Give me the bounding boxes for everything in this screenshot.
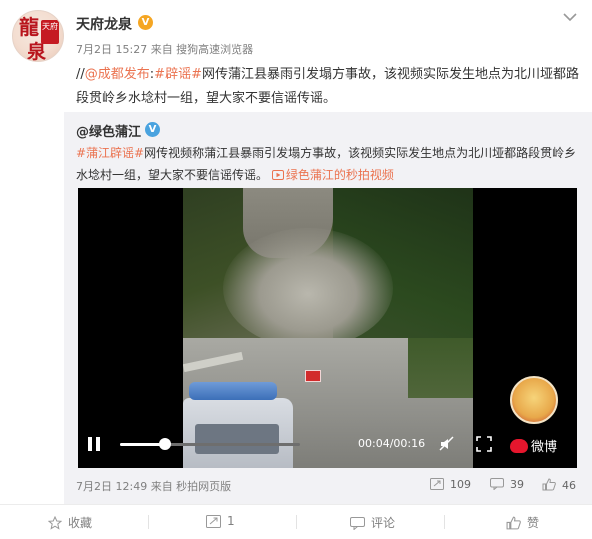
video-link[interactable]: 绿色蒲江的秒拍视频: [286, 168, 394, 182]
favorite-label: 收藏: [68, 516, 93, 530]
video-link-icon: [271, 170, 284, 180]
repost-button-count: 1: [227, 514, 235, 528]
repost-text: #蒲江辟谣#网传视频称蒲江县暴雨引发塌方事故，该视频实际发生地点为北川垭都路段贯…: [76, 142, 582, 186]
progress-handle[interactable]: [159, 438, 171, 450]
post-text: //@成都发布:#辟谣#网传蒲江县暴雨引发塌方事故，该视频实际发生地点为北川垭都…: [76, 63, 581, 111]
mute-icon[interactable]: [439, 436, 455, 452]
hashtag-link[interactable]: #辟谣#: [154, 67, 202, 82]
video-time: 00:04/00:16: [358, 437, 426, 450]
avatar-logo-char-1: 龍: [19, 15, 39, 39]
repost-footer-time: 7月2日 12:49 来自 秒拍网页版: [76, 480, 232, 493]
avatar-logo-char-2: 泉: [27, 41, 47, 62]
action-bar: 收藏 1 评论 赞: [0, 504, 592, 539]
repost-stat-likes[interactable]: 46: [542, 478, 576, 492]
repost-icon: [206, 515, 221, 528]
like-label: 赞: [527, 516, 540, 530]
video-frame: [183, 188, 473, 468]
comment-count: 39: [510, 478, 524, 491]
chevron-down-icon[interactable]: [563, 12, 577, 22]
favorite-button[interactable]: 收藏: [47, 514, 93, 531]
weibo-logo: 微博: [510, 436, 557, 455]
repost-icon: [430, 478, 444, 490]
comment-label: 评论: [371, 516, 396, 530]
like-count: 46: [562, 479, 576, 492]
repost-stat-reposts[interactable]: 109: [430, 478, 471, 491]
play-icon[interactable]: [84, 434, 104, 454]
repost-user-name[interactable]: @绿色蒲江: [76, 121, 141, 140]
repost-verified-icon: V: [145, 122, 160, 137]
repost-button[interactable]: 1: [206, 514, 235, 528]
weibo-post-card: 龍 天府 泉 天府龙泉 V 7月2日 15:27 来自 搜狗高速浏览器 //@成…: [0, 0, 592, 539]
like-icon: [542, 478, 556, 491]
mention-link[interactable]: @成都发布: [85, 67, 150, 82]
weibo-logo-text: 微博: [531, 440, 558, 455]
comment-icon: [490, 478, 504, 491]
like-icon: [506, 516, 521, 530]
uploader-watermark-avatar: [510, 376, 558, 424]
avatar[interactable]: 龍 天府 泉: [12, 10, 64, 62]
repost-stat-comments[interactable]: 39: [490, 478, 524, 491]
post-text-prefix: //: [76, 67, 85, 82]
like-button[interactable]: 赞: [506, 514, 539, 531]
verified-icon: V: [138, 15, 153, 30]
favorite-icon: [47, 515, 63, 530]
video-player[interactable]: 微博 00:04/00:16: [78, 188, 577, 468]
post-meta: 7月2日 15:27 来自 搜狗高速浏览器: [76, 43, 254, 56]
repost-box: @绿色蒲江 V #蒲江辟谣#网传视频称蒲江县暴雨引发塌方事故，该视频实际发生地点…: [64, 112, 592, 504]
repost-count: 109: [450, 478, 471, 491]
comment-button[interactable]: 评论: [350, 514, 395, 531]
repost-hashtag-link[interactable]: #蒲江辟谣#: [76, 146, 144, 160]
fullscreen-icon[interactable]: [476, 436, 492, 452]
comment-icon: [350, 517, 365, 531]
user-name[interactable]: 天府龙泉: [76, 14, 132, 34]
